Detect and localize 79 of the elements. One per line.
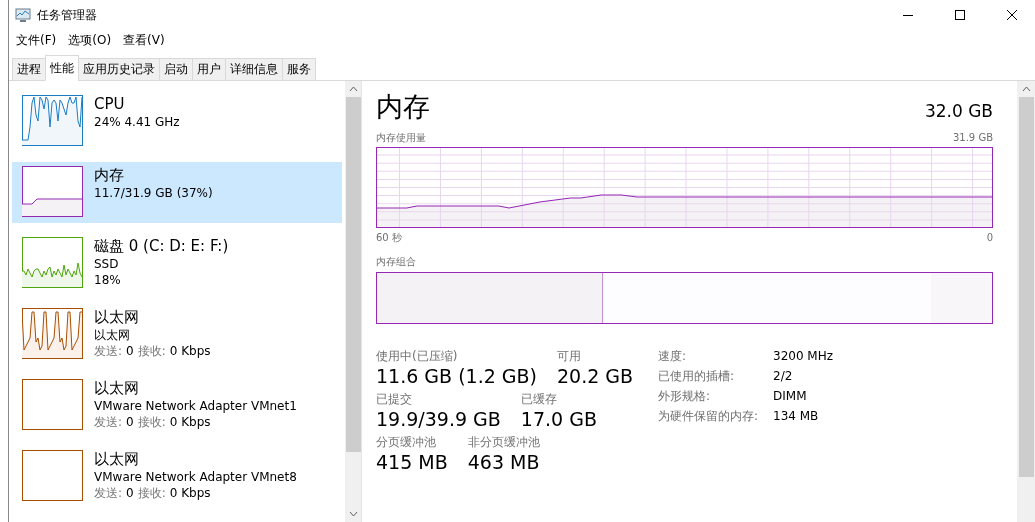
stat-value: 19.9/39.9 GB xyxy=(376,407,501,431)
resource-detail: 以太网 xyxy=(94,327,131,343)
stat-label: 使用中(已压缩) xyxy=(376,348,459,364)
composition-label: 内存组合 xyxy=(376,255,416,269)
sidebar-item[interactable]: 磁盘 0 (C: D: E: F:) SSD 18% xyxy=(12,233,342,294)
property-value: DIMM xyxy=(773,388,808,404)
property-label: 速度: xyxy=(658,348,688,364)
graph-label: 内存使用量 xyxy=(376,131,426,145)
stat-label: 分页缓冲池 xyxy=(376,434,437,450)
stat-value: 415 MB xyxy=(376,450,448,474)
resource-name: 以太网 xyxy=(94,450,140,469)
stat-label: 发送: xyxy=(94,485,123,501)
tab[interactable]: 进程 xyxy=(12,58,46,81)
property-label: 已使用的插槽: xyxy=(658,368,736,384)
tab[interactable]: 服务 xyxy=(282,58,316,81)
stat-value: 17.0 GB xyxy=(520,407,597,431)
stat-value: 0 Kbps xyxy=(169,414,211,430)
stat-label: 接收: xyxy=(137,485,166,501)
property-value: 3200 MHz xyxy=(773,348,834,364)
tab[interactable]: 性能 xyxy=(45,55,79,81)
sidebar-item[interactable]: CPU 24% 4.41 GHz xyxy=(12,91,342,152)
scrollbar-thumb[interactable] xyxy=(345,97,361,452)
property-value: 2/2 xyxy=(773,368,794,384)
stat-value: 0 Kbps xyxy=(169,343,211,359)
time-axis-end: 0 xyxy=(986,231,993,245)
task-manager-icon xyxy=(15,7,31,23)
property-label: 为硬件保留的内存: xyxy=(658,408,760,424)
menu-item[interactable]: 文件(F) xyxy=(11,31,64,49)
stat-value: 0 xyxy=(126,414,134,430)
stat-value: 0 Kbps xyxy=(169,485,211,501)
graph-max-label: 31.9 GB xyxy=(952,131,993,145)
stat-label: 已提交 xyxy=(376,391,413,407)
menu-item[interactable]: 选项(O) xyxy=(63,31,119,49)
stat-label: 非分页缓冲池 xyxy=(467,434,540,450)
resource-name: CPU xyxy=(94,95,126,114)
resource-detail: VMware Network Adapter VMnet8 xyxy=(94,469,297,485)
scrollbar[interactable] xyxy=(1017,81,1035,522)
stat-value: 20.2 GB xyxy=(557,364,634,388)
tab[interactable]: 用户 xyxy=(192,58,226,81)
sidebar-item[interactable]: 以太网 VMware Network Adapter VMnet8 发送: 0 接收: 0 Kbps xyxy=(12,446,342,507)
stat-label: 接收: xyxy=(137,414,166,430)
sidebar-item[interactable]: 以太网 以太网 发送: 0 接收: 0 Kbps xyxy=(12,304,342,365)
resource-name: 以太网 xyxy=(94,379,140,398)
sidebar-item[interactable]: 以太网 VMware Network Adapter VMnet1 发送: 0 接收: 0 Kbps xyxy=(12,375,342,436)
stat-label: 已缓存 xyxy=(520,391,558,407)
usage-graph-thumbnail xyxy=(22,95,83,146)
usage-graph-thumbnail xyxy=(22,166,83,217)
maximize-icon xyxy=(955,10,965,20)
tab[interactable]: 详细信息 xyxy=(225,58,283,81)
stat-value: 11.6 GB (1.2 GB) xyxy=(376,364,537,388)
usage-graph-thumbnail xyxy=(22,237,83,288)
resource-name: 磁盘 0 (C: D: E: F:) xyxy=(94,237,229,256)
menu-item[interactable]: 查看(V) xyxy=(118,31,172,49)
scrollbar-thumb[interactable] xyxy=(1018,97,1034,477)
resource-detail: SSD xyxy=(94,256,120,272)
time-axis-start: 60 秒 xyxy=(376,231,402,245)
stat-value: 0 xyxy=(126,485,134,501)
stat-value: 463 MB xyxy=(467,450,540,474)
resource-detail: VMware Network Adapter VMnet1 xyxy=(94,398,297,414)
property-value: 134 MB xyxy=(773,408,820,424)
close-icon xyxy=(1007,10,1017,20)
resource-title: 内存 xyxy=(376,90,430,124)
stat-value: 0 xyxy=(126,343,134,359)
scrollbar[interactable] xyxy=(345,81,361,522)
tab[interactable]: 启动 xyxy=(159,58,193,81)
stat-label: 可用 xyxy=(557,348,582,364)
total-memory: 32.0 GB xyxy=(924,101,993,123)
window-title: 任务管理器 xyxy=(37,6,98,24)
resource-name: 以太网 xyxy=(94,308,140,327)
stat-label: 接收: xyxy=(137,343,166,359)
sidebar-item[interactable]: 内存 11.7/31.9 GB (37%) xyxy=(12,162,342,223)
property-label: 外形规格: xyxy=(658,388,712,404)
resource-detail: 18% xyxy=(94,272,122,288)
tab[interactable]: 应用历史记录 xyxy=(78,58,160,81)
resource-name: 内存 xyxy=(94,166,125,185)
resource-detail: 11.7/31.9 GB (37%) xyxy=(94,185,213,201)
resource-detail: 24% 4.41 GHz xyxy=(94,114,180,130)
stat-label: 发送: xyxy=(94,414,123,430)
stat-label: 发送: xyxy=(94,343,123,359)
